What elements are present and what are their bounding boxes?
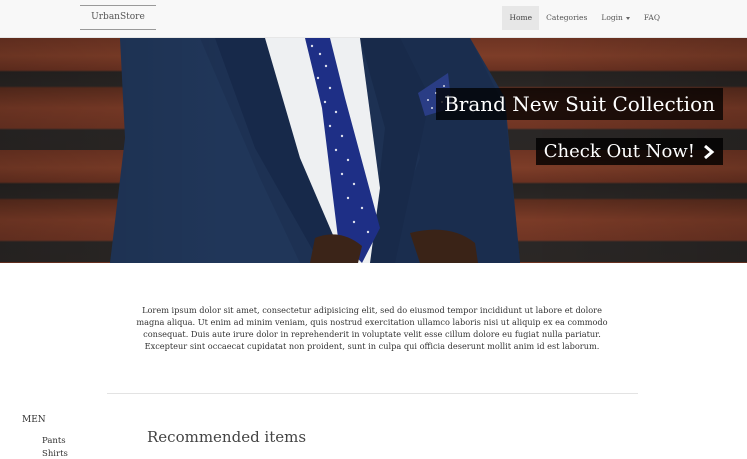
nav-categories[interactable]: Categories xyxy=(539,6,594,30)
nav-home[interactable]: Home xyxy=(502,6,540,30)
main-nav: Home Categories Login FAQ xyxy=(502,6,667,30)
caret-down-icon xyxy=(625,16,630,20)
nav-faq[interactable]: FAQ xyxy=(637,6,667,30)
recommended-items-title: Recommended items xyxy=(147,428,307,446)
section-divider xyxy=(107,393,638,394)
nav-login-label: Login xyxy=(601,13,623,22)
hero-caption: Brand New Suit Collection xyxy=(436,88,723,120)
check-out-now-button[interactable]: Check Out Now! xyxy=(535,138,723,165)
navbar: UrbanStore Home Categories Login FAQ xyxy=(0,0,747,38)
chevron-right-icon xyxy=(704,144,715,159)
brand-logo[interactable]: UrbanStore xyxy=(80,5,156,30)
sidebar-heading-men: MEN xyxy=(22,415,46,425)
hero-banner: Brand New Suit Collection Check Out Now! xyxy=(0,38,747,263)
nav-login-dropdown[interactable]: Login xyxy=(594,6,637,30)
cta-label: Check Out Now! xyxy=(543,141,695,162)
sidebar-item-pants[interactable]: Pants xyxy=(42,436,66,446)
intro-paragraph: Lorem ipsum dolor sit amet, consectetur … xyxy=(136,305,608,351)
sidebar-item-shirts[interactable]: Shirts xyxy=(42,449,68,459)
